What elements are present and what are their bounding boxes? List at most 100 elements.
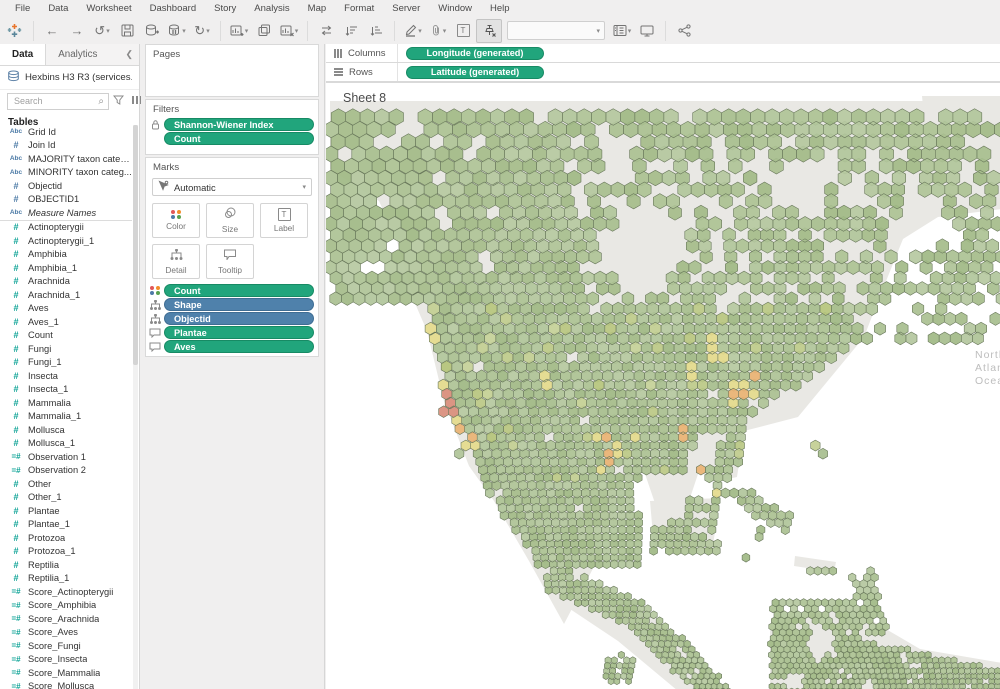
field-actinopterygii-1[interactable]: # Actinopterygii_1 bbox=[0, 234, 132, 248]
columns-pill-longitude-generated-[interactable]: Longitude (generated) bbox=[406, 46, 544, 60]
fit-select[interactable]: ▾ bbox=[507, 21, 605, 40]
data-source-item[interactable]: Hexbins H3 R3 (services... bbox=[0, 66, 139, 90]
field-amphibia[interactable]: # Amphibia bbox=[0, 248, 132, 262]
field-list-scrollbar[interactable] bbox=[133, 125, 138, 689]
marks-pill-shape[interactable]: Shape bbox=[164, 298, 314, 311]
field-measure-names[interactable]: Abc Measure Names bbox=[0, 206, 132, 221]
field-fungi[interactable]: # Fungi bbox=[0, 342, 132, 356]
field-other-1[interactable]: # Other_1 bbox=[0, 491, 132, 505]
group-members-icon[interactable]: ▾ bbox=[426, 20, 450, 42]
menu-dashboard[interactable]: Dashboard bbox=[141, 1, 205, 16]
fix-map-icon[interactable] bbox=[476, 18, 502, 43]
forward-arrow-icon[interactable]: → bbox=[65, 20, 89, 42]
field-reptilia[interactable]: # Reptilia bbox=[0, 558, 132, 572]
pause-updates-icon[interactable]: ▾ bbox=[165, 20, 189, 42]
field-arachnida[interactable]: # Arachnida bbox=[0, 275, 132, 289]
field-mollusca-1[interactable]: # Mollusca_1 bbox=[0, 437, 132, 451]
menu-analysis[interactable]: Analysis bbox=[245, 1, 298, 16]
marks-pill-objectid[interactable]: Objectid bbox=[164, 312, 314, 325]
tableau-logo[interactable] bbox=[6, 22, 23, 39]
clear-sheet-icon[interactable]: ▾ bbox=[277, 20, 301, 42]
color-button[interactable]: Color bbox=[152, 203, 200, 238]
field-objectid1[interactable]: # OBJECTID1 bbox=[0, 193, 132, 207]
marks-pill-count[interactable]: Count bbox=[164, 284, 314, 297]
field-score-mollusca[interactable]: =# Score_Mollusca bbox=[0, 680, 132, 689]
search-input-wrap[interactable]: ⌕ bbox=[7, 92, 109, 110]
marks-card[interactable]: Marks Automatic ▾ Color Size T Label Detail T… bbox=[145, 157, 319, 357]
sort-ascending-icon[interactable] bbox=[339, 20, 363, 42]
menu-data[interactable]: Data bbox=[39, 1, 77, 16]
hexbin-map[interactable] bbox=[326, 83, 1000, 689]
menu-window[interactable]: Window bbox=[429, 1, 481, 16]
field-insecta[interactable]: # Insecta bbox=[0, 369, 132, 383]
show-cards-icon[interactable]: ▾ bbox=[610, 20, 634, 42]
tab-analytics[interactable]: Analytics bbox=[46, 44, 109, 65]
field-aves[interactable]: # Aves bbox=[0, 302, 132, 316]
field-score-mammalia[interactable]: =# Score_Mammalia bbox=[0, 666, 132, 680]
field-protozoa-1[interactable]: # Protozoa_1 bbox=[0, 545, 132, 559]
rows-shelf[interactable]: Rows Latitude (generated) bbox=[326, 63, 1000, 82]
filters-card[interactable]: Filters Shannon-Wiener Index Count bbox=[145, 99, 319, 155]
menu-story[interactable]: Story bbox=[205, 1, 245, 16]
field-insecta-1[interactable]: # Insecta_1 bbox=[0, 383, 132, 397]
filter-fields-icon[interactable] bbox=[112, 95, 125, 108]
mark-type-dropdown[interactable]: Automatic ▾ bbox=[152, 178, 312, 196]
sort-descending-icon[interactable] bbox=[364, 20, 388, 42]
highlight-icon[interactable]: ▾ bbox=[401, 20, 425, 42]
field-plantae[interactable]: # Plantae bbox=[0, 504, 132, 518]
field-mammalia-1[interactable]: # Mammalia_1 bbox=[0, 410, 132, 424]
field-arachnida-1[interactable]: # Arachnida_1 bbox=[0, 288, 132, 302]
marks-pill-plantae[interactable]: Plantae bbox=[164, 326, 314, 339]
field-observation-2[interactable]: =# Observation 2 bbox=[0, 464, 132, 478]
swap-axes-icon[interactable] bbox=[314, 20, 338, 42]
presentation-mode-icon[interactable] bbox=[635, 20, 659, 42]
marks-pill-aves[interactable]: Aves bbox=[164, 340, 314, 353]
detail-button[interactable]: Detail bbox=[152, 244, 200, 279]
field-score-arachnida[interactable]: =# Score_Arachnida bbox=[0, 612, 132, 626]
duplicate-sheet-icon[interactable] bbox=[252, 20, 276, 42]
menu-worksheet[interactable]: Worksheet bbox=[77, 1, 140, 16]
field-other[interactable]: # Other bbox=[0, 477, 132, 491]
field-majority-taxon-categ-[interactable]: Abc MAJORITY taxon categ... bbox=[0, 152, 132, 166]
field-plantae-1[interactable]: # Plantae_1 bbox=[0, 518, 132, 532]
field-score-aves[interactable]: =# Score_Aves bbox=[0, 626, 132, 640]
tab-data[interactable]: Data bbox=[0, 44, 47, 65]
menu-server[interactable]: Server bbox=[383, 1, 429, 16]
size-button[interactable]: Size bbox=[206, 203, 254, 238]
field-aves-1[interactable]: # Aves_1 bbox=[0, 315, 132, 329]
field-mollusca[interactable]: # Mollusca bbox=[0, 423, 132, 437]
rows-pill-latitude-generated-[interactable]: Latitude (generated) bbox=[406, 65, 544, 79]
field-score-fungi[interactable]: =# Score_Fungi bbox=[0, 639, 132, 653]
new-worksheet-icon[interactable]: ▾ bbox=[227, 20, 251, 42]
field-join-id[interactable]: # Join Id bbox=[0, 139, 132, 153]
share-icon[interactable] bbox=[672, 20, 696, 42]
field-score-insecta[interactable]: =# Score_Insecta bbox=[0, 653, 132, 667]
save-icon[interactable] bbox=[115, 20, 139, 42]
back-arrow-icon[interactable]: ← bbox=[40, 20, 64, 42]
show-labels-icon[interactable]: T bbox=[451, 20, 475, 42]
menu-help[interactable]: Help bbox=[481, 1, 519, 16]
filter-pill-count[interactable]: Count bbox=[164, 132, 314, 145]
replay-icon[interactable]: ↺ ▾ bbox=[90, 20, 114, 42]
field-mammalia[interactable]: # Mammalia bbox=[0, 396, 132, 410]
map-view[interactable]: Sheet 8 North Atlantic Ocean bbox=[326, 82, 1000, 689]
field-score-actinopterygii[interactable]: =# Score_Actinopterygii bbox=[0, 585, 132, 599]
menu-map[interactable]: Map bbox=[299, 1, 335, 16]
field-objectid[interactable]: # Objectid bbox=[0, 179, 132, 193]
menu-format[interactable]: Format bbox=[335, 1, 383, 16]
field-actinopterygii[interactable]: # Actinopterygii bbox=[0, 221, 132, 235]
field-reptilia-1[interactable]: # Reptilia_1 bbox=[0, 572, 132, 586]
label-button[interactable]: T Label bbox=[260, 203, 308, 238]
filter-pill-shannon-wiener-index[interactable]: Shannon-Wiener Index bbox=[164, 118, 314, 131]
search-input[interactable] bbox=[12, 95, 99, 107]
field-score-amphibia[interactable]: =# Score_Amphibia bbox=[0, 599, 132, 613]
field-grid-id[interactable]: Abc Grid Id bbox=[0, 125, 132, 139]
new-data-source-icon[interactable] bbox=[140, 20, 164, 42]
field-fungi-1[interactable]: # Fungi_1 bbox=[0, 356, 132, 370]
tooltip-button[interactable]: Tooltip bbox=[206, 244, 254, 279]
columns-shelf[interactable]: Columns Longitude (generated) bbox=[326, 44, 1000, 63]
field-minority-taxon-categ-[interactable]: Abc MINORITY taxon categ... bbox=[0, 166, 132, 180]
collapse-pane-icon[interactable]: ❮ bbox=[119, 44, 139, 65]
menu-file[interactable]: File bbox=[6, 1, 39, 16]
field-observation-1[interactable]: =# Observation 1 bbox=[0, 450, 132, 464]
